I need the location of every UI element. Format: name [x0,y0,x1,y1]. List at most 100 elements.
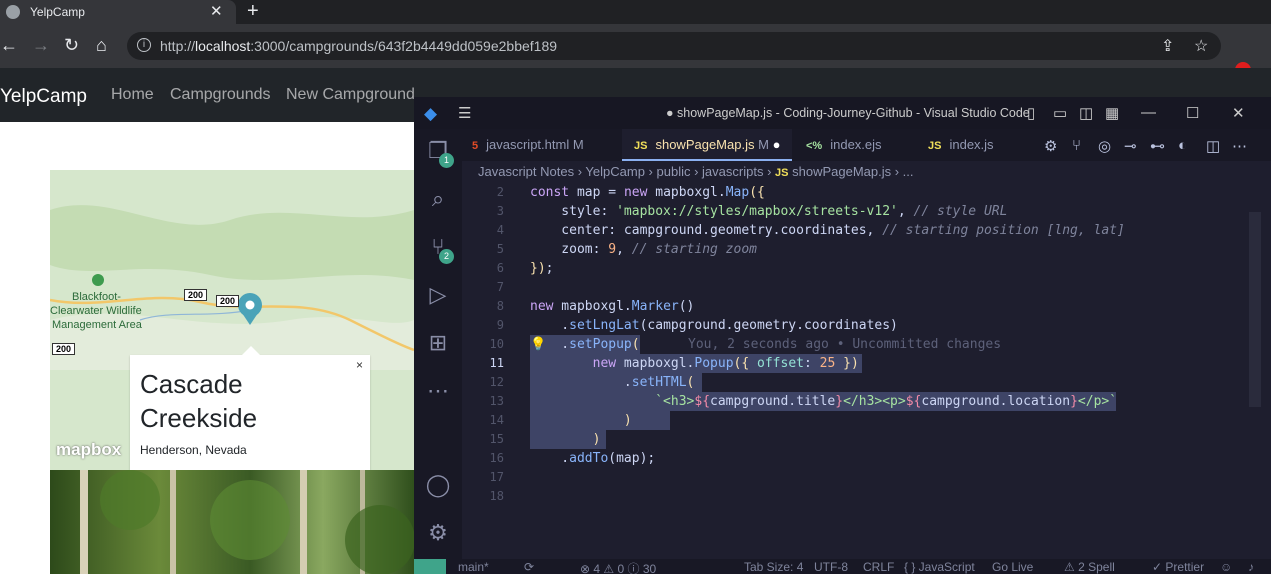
popup-title: Cascade Creekside [140,369,258,433]
tab-javascript-html[interactable]: 5 javascript.html M [472,129,616,161]
tab-index-ejs[interactable]: <% index.ejs [802,129,912,161]
extensions-icon[interactable]: ⊞ [424,329,452,357]
reload-icon[interactable]: ↻ [64,35,79,55]
line-ending[interactable]: CRLF [863,560,894,574]
notifications-icon[interactable]: ♪ [1248,560,1254,574]
remote-indicator-icon[interactable] [414,559,446,574]
scrollbar[interactable] [1249,212,1261,407]
open-changes-icon[interactable]: ◎ [1098,137,1111,155]
js-icon: JS [928,140,942,152]
toggle-panel-icon[interactable]: ▭ [1053,104,1067,122]
js-icon: JS [775,167,789,179]
gear-icon[interactable]: ⚙ [1044,137,1057,155]
share-icon[interactable]: ⇪ [1161,36,1174,56]
nav-home[interactable]: Home [111,86,154,104]
account-icon[interactable]: ◯ [424,471,452,499]
breadcrumb-item[interactable]: javascripts [702,164,763,179]
tab-size[interactable]: Tab Size: 4 [744,560,803,574]
map-label: Clearwater Wildlife [50,305,142,317]
bookmark-star-icon[interactable]: ☆ [1194,36,1208,56]
status-bar: main* ⟳ ⊗ 4 ⚠ 0 ⓘ 30 Tab Size: 4 UTF-8 C… [414,559,1271,574]
next-change-icon[interactable]: ⊷ [1150,137,1165,155]
html5-icon: 5 [472,140,479,152]
code-line: .addTo(map); [530,451,656,466]
git-branch[interactable]: main* [458,560,489,574]
breadcrumb-item[interactable]: showPageMap.js [792,164,891,179]
problems-counter[interactable]: ⊗ 4 ⚠ 0 ⓘ 30 [580,560,656,574]
code-line-selected: `<h3>${campground.title}</h3><p>${campgr… [530,392,1117,411]
mapbox-logo[interactable]: mapbox [56,440,121,460]
home-icon[interactable]: ⌂ [96,35,107,55]
git-blame-annotation: You, 2 seconds ago • Uncommitted changes [688,337,1002,352]
popup-location: Henderson, Nevada [140,443,247,457]
code-line: new mapboxgl.Marker() [530,299,695,314]
line-number: 18 [489,489,504,503]
toggle-secondary-sidebar-icon[interactable]: ◫ [1079,104,1093,122]
explorer-badge: 1 [439,153,454,168]
prettier[interactable]: ✓ Prettier [1152,560,1204,574]
breadcrumb-item[interactable]: public [657,164,691,179]
split-editor-icon[interactable]: ◫ [1206,137,1220,155]
forward-icon[interactable]: → [32,35,50,55]
line-number: 12 [489,375,504,389]
language-mode[interactable]: { } JavaScript [904,560,975,574]
unsaved-dot-icon[interactable]: ● [773,137,781,152]
tab-title: YelpCamp [30,5,85,19]
js-icon: JS [634,140,648,152]
timeline-icon[interactable]: ◐ [1178,137,1187,154]
line-number: 4 [496,223,504,237]
breadcrumb: Javascript Notes › YelpCamp › public › j… [462,161,1271,183]
feedback-icon[interactable]: ☺ [1220,560,1232,574]
previous-change-icon[interactable]: ⊸ [1124,137,1137,155]
tab-showpagemap-js[interactable]: JS showPageMap.js M ● [622,129,792,161]
toggle-sidebar-icon[interactable]: ▯ [1027,104,1035,122]
code-editor[interactable]: const map = new mapboxgl.Map({ style: 'm… [530,183,1250,559]
close-tab-icon[interactable]: ✕ [210,2,223,20]
map-label: Management Area [52,319,142,331]
spell-check[interactable]: ⚠ 2 Spell [1064,560,1115,574]
source-control-badge: 2 [439,249,454,264]
breadcrumb-item[interactable]: YelpCamp [585,164,645,179]
search-icon[interactable]: ⌕ [424,185,452,213]
customize-layout-icon[interactable]: ▦ [1105,104,1119,122]
breadcrumb-item[interactable]: ... [903,164,914,179]
go-live[interactable]: Go Live [992,560,1033,574]
line-number: 9 [496,318,504,332]
back-icon[interactable]: ← [0,35,18,55]
address-bar[interactable]: i http://localhost:3000/campgrounds/643f… [127,32,1221,60]
close-window-icon[interactable]: ✕ [1232,104,1245,122]
nav-new-campground[interactable]: New Campground [286,86,415,104]
settings-gear-icon[interactable]: ⚙ [424,519,452,547]
menu-icon[interactable]: ☰ [458,104,471,122]
site-brand[interactable]: YelpCamp [0,86,87,108]
maximize-icon[interactable]: ☐ [1186,104,1199,122]
lightbulb-icon[interactable]: 💡 [530,337,546,352]
vscode-window: ◆ ☰ ● showPageMap.js - Coding-Journey-Gi… [414,97,1271,574]
code-line: center: campground.geometry.coordinates,… [530,223,1125,238]
info-icon[interactable]: i [137,38,151,52]
code-line: }); [530,261,554,276]
line-number: 13 [489,394,504,408]
nav-campgrounds[interactable]: Campgrounds [170,86,271,104]
editor-tabs: 5 javascript.html M JS showPageMap.js M ● … [462,129,1271,161]
line-number: 15 [489,432,504,446]
browser-tab[interactable]: YelpCamp ✕ [0,0,236,24]
new-tab-icon[interactable]: + [247,0,259,23]
more-icon[interactable]: ⋯ [424,377,452,405]
line-number: 7 [496,280,504,294]
breadcrumb-item[interactable]: Javascript Notes [478,164,574,179]
line-number: 16 [489,451,504,465]
git-compare-icon[interactable]: ⑂ [1072,137,1081,154]
line-number-gutter: 2 3 4 5 6 7 8 9 10 11 12 13 14 15 16 17 … [462,183,530,559]
tab-index-js[interactable]: JS index.js [928,129,1018,161]
globe-icon [6,5,20,19]
forest-image [80,470,414,574]
popup-close-icon[interactable]: × [356,358,363,372]
activity-bar: ❐ 1 ⌕ ⑂ 2 ▷ ⊞ ⋯ ◯ ⚙ [414,129,462,559]
encoding[interactable]: UTF-8 [814,560,848,574]
line-number: 8 [496,299,504,313]
minimize-icon[interactable]: — [1141,104,1156,121]
run-debug-icon[interactable]: ▷ [424,281,452,309]
more-actions-icon[interactable]: ⋯ [1232,137,1247,155]
sync-icon[interactable]: ⟳ [524,560,534,574]
